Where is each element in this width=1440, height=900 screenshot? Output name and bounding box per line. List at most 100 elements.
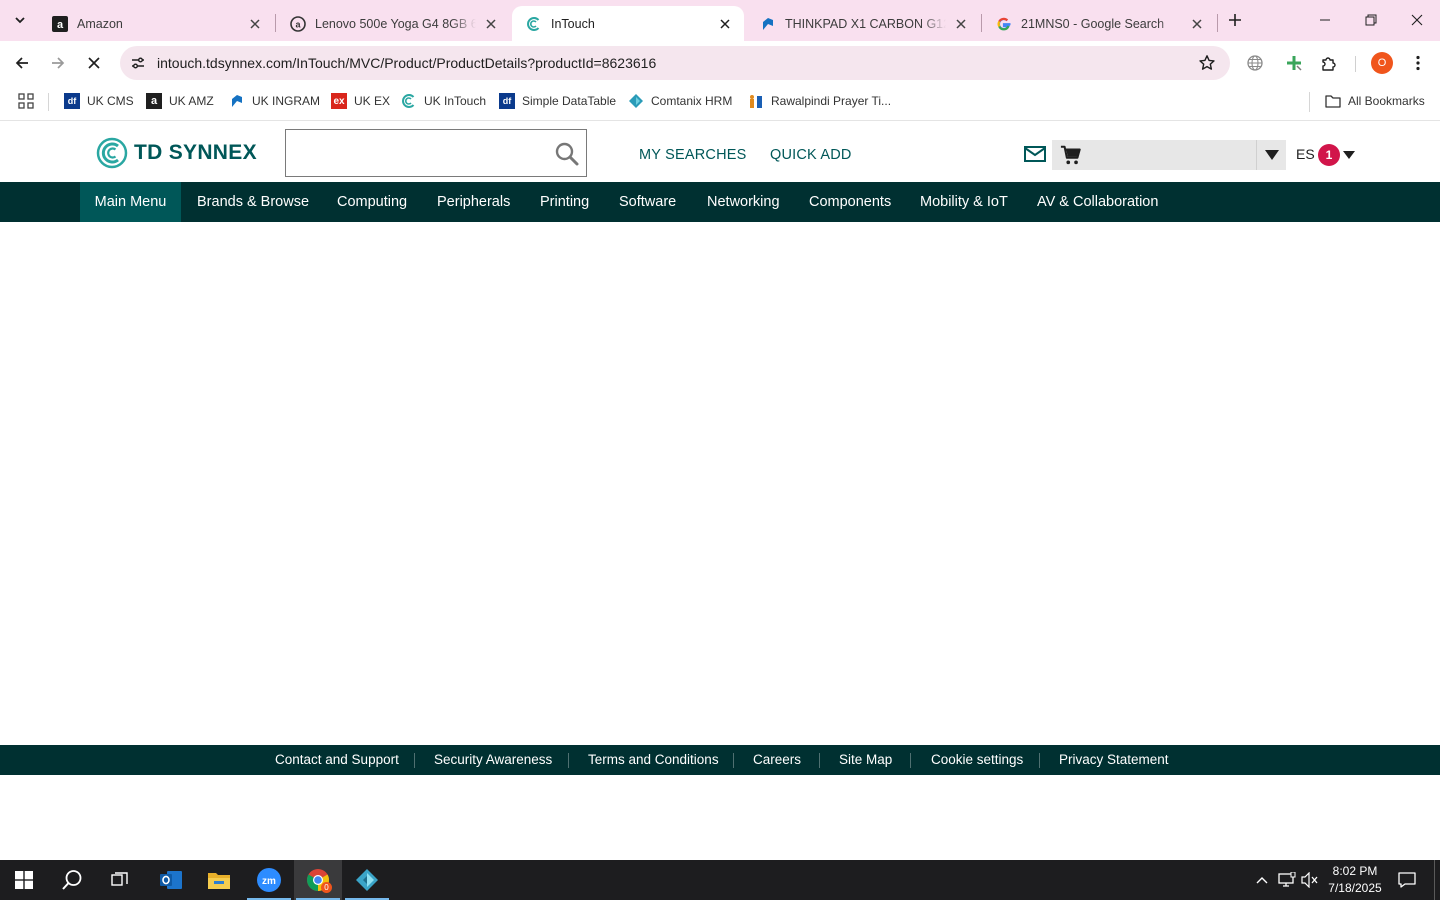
extension-plus-icon[interactable] [1284, 53, 1304, 73]
apps-grid-icon[interactable] [18, 93, 34, 114]
tab-title: Lenovo 500e Yoga G4 8GB 64GB [315, 16, 476, 31]
volume-tray-button[interactable] [1300, 870, 1320, 890]
stop-loading-button[interactable] [79, 48, 109, 78]
back-button[interactable] [7, 48, 37, 78]
nav-software[interactable]: Software [619, 182, 676, 222]
google-icon [996, 16, 1012, 32]
close-icon[interactable] [482, 15, 500, 33]
mail-icon[interactable] [1023, 144, 1047, 164]
taskbar-zoom[interactable]: zm [245, 860, 293, 900]
nav-brands-browse[interactable]: Brands & Browse [197, 182, 309, 222]
nav-av-collaboration[interactable]: AV & Collaboration [1037, 182, 1158, 222]
df-icon: df [499, 93, 515, 109]
folder-icon [1325, 93, 1341, 109]
bookmark-simple-datatable[interactable]: df Simple DataTable [499, 92, 616, 110]
close-icon[interactable] [716, 15, 734, 33]
bookmark-label: UK INGRAM [252, 94, 321, 108]
nav-networking[interactable]: Networking [707, 182, 780, 222]
nav-computing[interactable]: Computing [337, 182, 407, 222]
td-synnex-logo[interactable]: TD SYNNEX [96, 137, 257, 169]
browser-tab-lenovo[interactable]: a Lenovo 500e Yoga G4 8GB 64GB [276, 6, 510, 41]
nav-mobility-iot[interactable]: Mobility & IoT [920, 182, 1008, 222]
network-icon [1278, 872, 1296, 887]
notification-icon [1398, 872, 1416, 888]
shopping-cart-icon [1060, 145, 1081, 165]
close-icon[interactable] [952, 15, 970, 33]
footer-divider [1039, 753, 1040, 768]
nav-components[interactable]: Components [809, 182, 891, 222]
quick-add-link[interactable]: QUICK ADD [770, 147, 852, 163]
taskbar-app[interactable] [343, 860, 391, 900]
restore-button[interactable] [1348, 0, 1394, 40]
my-searches-link[interactable]: MY SEARCHES [639, 147, 747, 163]
close-window-button[interactable] [1394, 0, 1440, 40]
footer-divider [414, 753, 415, 768]
search-input[interactable] [286, 130, 546, 176]
tab-title: Amazon [77, 16, 123, 31]
network-tray-button[interactable] [1277, 870, 1297, 890]
footer-careers[interactable]: Careers [753, 752, 801, 767]
star-icon[interactable] [1198, 54, 1216, 72]
footer-security-awareness[interactable]: Security Awareness [434, 752, 552, 767]
browser-tab-google[interactable]: 21MNS0 - Google Search [982, 6, 1216, 41]
bookmark-uk-ex[interactable]: ex UK EX [331, 92, 390, 110]
footer-privacy-statement[interactable]: Privacy Statement [1059, 752, 1169, 767]
bookmark-comtanix-hrm[interactable]: Comtanix HRM [628, 92, 732, 110]
profile-avatar[interactable]: O [1371, 52, 1393, 74]
task-view-button[interactable] [96, 860, 144, 900]
address-bar[interactable]: intouch.tdsynnex.com/InTouch/MVC/Product… [120, 46, 1230, 80]
caret-down-icon[interactable] [1343, 151, 1355, 159]
taskbar-chrome[interactable]: 0 [294, 860, 342, 900]
taskbar-outlook[interactable] [147, 860, 195, 900]
nav-peripherals[interactable]: Peripherals [437, 182, 510, 222]
nav-main-menu[interactable]: Main Menu [80, 182, 181, 222]
bookmark-label: Rawalpindi Prayer Ti... [771, 94, 892, 108]
translate-globe-icon[interactable] [1245, 53, 1265, 73]
browser-tab-intouch[interactable]: InTouch [512, 6, 744, 41]
bookmark-uk-cms[interactable]: df UK CMS [64, 92, 134, 110]
search-icon[interactable] [554, 141, 580, 167]
show-desktop-button[interactable] [1434, 860, 1435, 900]
bookmark-uk-intouch[interactable]: UK InTouch [401, 92, 486, 110]
df-icon: df [64, 93, 80, 109]
cart-dropdown-button[interactable] [1256, 140, 1286, 170]
site-footer: Contact and Support Security Awareness T… [0, 745, 1440, 775]
tab-divider [1217, 14, 1218, 32]
close-icon[interactable] [246, 15, 264, 33]
chrome-profile-badge: 0 [321, 882, 332, 893]
restore-icon [1365, 14, 1377, 26]
taskbar-search-button[interactable] [48, 860, 96, 900]
action-center-button[interactable] [1397, 870, 1417, 890]
all-bookmarks-button[interactable]: All Bookmarks [1325, 92, 1425, 110]
cart-selector[interactable] [1052, 140, 1256, 170]
extensions-puzzle-icon[interactable] [1319, 53, 1339, 73]
browser-tab-amazon[interactable]: a Amazon [38, 6, 274, 41]
taskbar-file-explorer[interactable] [195, 860, 243, 900]
new-tab-button[interactable] [1224, 8, 1246, 32]
forward-button[interactable] [43, 48, 73, 78]
bookmark-uk-ingram[interactable]: UK INGRAM [229, 92, 320, 110]
clock-date: 7/18/2025 [1328, 881, 1382, 895]
arrow-left-icon [15, 57, 28, 69]
close-icon[interactable] [1188, 15, 1206, 33]
more-menu-icon[interactable] [1408, 53, 1428, 73]
browser-toolbar: intouch.tdsynnex.com/InTouch/MVC/Product… [0, 41, 1440, 84]
start-button[interactable] [0, 860, 48, 900]
user-initials[interactable]: ES [1296, 146, 1315, 162]
minimize-button[interactable] [1302, 0, 1348, 40]
tab-search-button[interactable] [6, 7, 34, 33]
footer-site-map[interactable]: Site Map [839, 752, 892, 767]
nav-printing[interactable]: Printing [540, 182, 589, 222]
footer-contact-support[interactable]: Contact and Support [275, 752, 399, 767]
tray-overflow-button[interactable] [1252, 870, 1272, 890]
arrow-right-icon [52, 57, 65, 69]
taskbar-clock[interactable]: 8:02 PM 7/18/2025 [1322, 863, 1388, 897]
bookmark-uk-amz[interactable]: a UK AMZ [146, 92, 214, 110]
browser-tab-thinkpad[interactable]: THINKPAD X1 CARBON G12 U7 [746, 6, 980, 41]
bookmark-rawalpindi-prayer[interactable]: Rawalpindi Prayer Ti... [748, 92, 891, 110]
footer-cookie-settings[interactable]: Cookie settings [931, 752, 1023, 767]
site-info-icon[interactable] [128, 53, 148, 73]
bookmark-label: UK InTouch [424, 94, 487, 108]
notification-badge[interactable]: 1 [1318, 144, 1340, 166]
footer-terms-conditions[interactable]: Terms and Conditions [588, 752, 719, 767]
